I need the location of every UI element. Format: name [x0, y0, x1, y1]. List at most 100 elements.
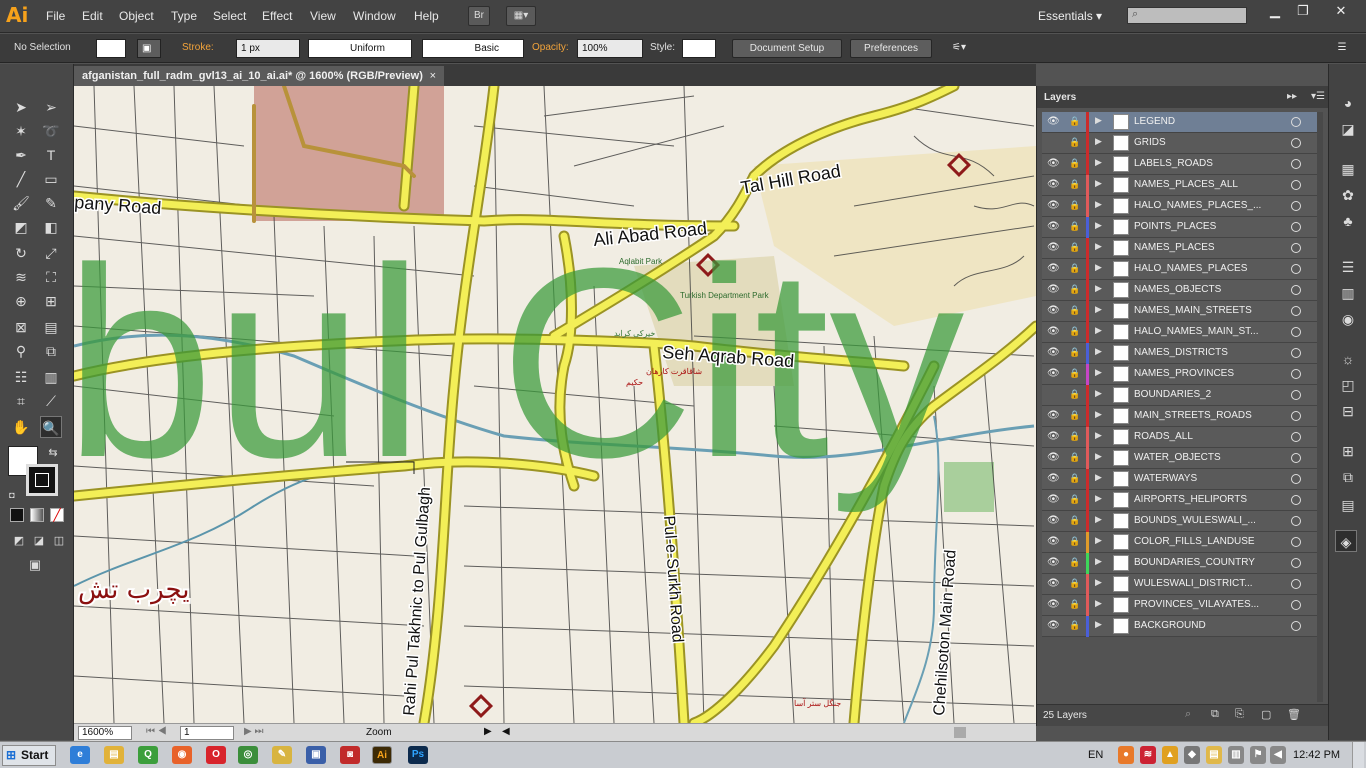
lock-toggle-icon[interactable]: 🔒: [1069, 620, 1080, 632]
expand-layer-icon[interactable]: ▶: [1095, 283, 1102, 294]
visibility-eye-icon[interactable]: 👁: [1047, 515, 1060, 527]
visibility-eye-icon[interactable]: 👁: [1047, 221, 1060, 233]
shape-builder-icon[interactable]: ⊕: [10, 290, 32, 312]
stroke-label[interactable]: Stroke:: [182, 42, 214, 53]
hand-tool-icon[interactable]: ✋: [10, 416, 32, 438]
expand-layer-icon[interactable]: ▶: [1095, 220, 1102, 231]
target-circle-icon[interactable]: [1291, 621, 1301, 631]
direct-selection-tool-icon[interactable]: ➢: [40, 96, 62, 118]
layer-row[interactable]: 👁 🔒 ▶ BACKGROUND: [1042, 616, 1322, 637]
graphic-styles-icon[interactable]: ◰: [1337, 374, 1359, 396]
lock-toggle-icon[interactable]: 🔒: [1069, 557, 1080, 569]
tray-app3-icon[interactable]: ◆: [1184, 746, 1200, 764]
expand-layer-icon[interactable]: ▶: [1095, 577, 1102, 588]
lock-toggle-icon[interactable]: 🔒: [1069, 263, 1080, 275]
expand-layer-icon[interactable]: ▶: [1095, 514, 1102, 525]
visibility-eye-icon[interactable]: 👁: [1047, 557, 1060, 569]
target-circle-icon[interactable]: [1291, 285, 1301, 295]
expand-layer-icon[interactable]: ▶: [1095, 409, 1102, 420]
line-tool-icon[interactable]: ╱: [10, 168, 32, 190]
layer-name[interactable]: NAMES_OBJECTS: [1134, 284, 1221, 295]
menu-select[interactable]: Select: [213, 9, 246, 23]
target-circle-icon[interactable]: [1291, 243, 1301, 253]
target-circle-icon[interactable]: [1291, 558, 1301, 568]
paintbrush-icon[interactable]: 🖌: [10, 192, 32, 214]
language-indicator[interactable]: EN: [1088, 749, 1103, 761]
scale-icon[interactable]: ⤢: [40, 242, 62, 264]
layer-row[interactable]: 👁 🔒 ▶ NAMES_MAIN_STREETS: [1042, 301, 1322, 322]
opacity-field[interactable]: 100%: [577, 39, 643, 58]
zoom-level-field[interactable]: 1600%: [78, 726, 132, 740]
search-input[interactable]: ⌕: [1127, 7, 1247, 24]
layer-name[interactable]: HALO_NAMES_PLACES_...: [1134, 200, 1261, 211]
blend-icon[interactable]: ⧉: [40, 340, 62, 362]
lock-toggle-icon[interactable]: 🔒: [1069, 599, 1080, 611]
layer-name[interactable]: NAMES_PLACES: [1134, 242, 1215, 253]
layer-name[interactable]: BACKGROUND: [1134, 620, 1206, 631]
lock-toggle-icon[interactable]: 🔒: [1069, 284, 1080, 296]
tray-app-icon[interactable]: ≋: [1140, 746, 1156, 764]
clipping-mask-icon[interactable]: ⧉: [1211, 708, 1219, 721]
eyedropper-icon[interactable]: ⚲: [10, 340, 32, 362]
gradient-icon[interactable]: ▤: [40, 316, 62, 338]
perspective-grid-icon[interactable]: ⊞: [40, 290, 62, 312]
layer-name[interactable]: POINTS_PLACES: [1134, 221, 1216, 232]
visibility-eye-icon[interactable]: 👁: [1047, 158, 1060, 170]
flag-icon[interactable]: ⚑: [1250, 746, 1266, 764]
stroke-weight-field[interactable]: 1 px: [236, 39, 300, 58]
visibility-eye-icon[interactable]: 👁: [1047, 452, 1060, 464]
menu-view[interactable]: View: [310, 9, 336, 23]
visibility-eye-icon[interactable]: 👁: [1047, 242, 1060, 254]
target-circle-icon[interactable]: [1291, 537, 1301, 547]
clock[interactable]: 12:42 PM: [1293, 749, 1340, 761]
expand-layer-icon[interactable]: ▶: [1095, 325, 1102, 336]
layer-name[interactable]: ROADS_ALL: [1134, 431, 1193, 442]
layer-name[interactable]: PROVINCES_VILAYATES...: [1134, 599, 1259, 610]
layer-row[interactable]: 👁 🔒 ▶ BOUNDS_WULESWALI_...: [1042, 511, 1322, 532]
stroke-color-box[interactable]: [26, 464, 58, 496]
menu-file[interactable]: File: [46, 9, 65, 23]
expand-layer-icon[interactable]: ▶: [1095, 157, 1102, 168]
document-setup-button[interactable]: Document Setup: [732, 39, 842, 58]
layer-name[interactable]: COLOR_FILLS_LANDUSE: [1134, 536, 1255, 547]
layer-row[interactable]: 👁 🔒 ▶ PROVINCES_VILAYATES...: [1042, 595, 1322, 616]
close-tab-icon[interactable]: ×: [430, 66, 436, 86]
visibility-eye-icon[interactable]: 👁: [1047, 200, 1060, 212]
lock-toggle-icon[interactable]: 🔒: [1069, 368, 1080, 380]
close-icon[interactable]: ✕: [1326, 2, 1356, 20]
pathfinder-panel-icon[interactable]: ⧉: [1337, 466, 1359, 488]
photoshop-taskbar-icon[interactable]: Ps: [408, 746, 428, 764]
layer-row[interactable]: 👁 🔒 ▶ WATER_OBJECTS: [1042, 448, 1322, 469]
target-circle-icon[interactable]: [1291, 201, 1301, 211]
target-circle-icon[interactable]: [1291, 369, 1301, 379]
visibility-eye-icon[interactable]: 👁: [1047, 536, 1060, 548]
lock-toggle-icon[interactable]: 🔒: [1069, 494, 1080, 506]
tray-app2-icon[interactable]: ▲: [1162, 746, 1178, 764]
layer-name[interactable]: WATER_OBJECTS: [1134, 452, 1221, 463]
menu-help[interactable]: Help: [414, 9, 439, 23]
internet-explorer-icon[interactable]: e: [70, 746, 90, 764]
visibility-eye-icon[interactable]: 👁: [1047, 578, 1060, 590]
menu-type[interactable]: Type: [171, 9, 197, 23]
graph-icon[interactable]: ▥: [40, 366, 62, 388]
visibility-eye-icon[interactable]: 👁: [1047, 347, 1060, 359]
layer-row[interactable]: 👁 🔒 ▶ HALO_NAMES_PLACES_...: [1042, 196, 1322, 217]
menu-window[interactable]: Window: [353, 9, 396, 23]
target-circle-icon[interactable]: [1291, 474, 1301, 484]
target-circle-icon[interactable]: [1291, 579, 1301, 589]
warp-icon[interactable]: ≋: [10, 266, 32, 288]
gradient-panel-icon[interactable]: ▥: [1337, 282, 1359, 304]
expand-layer-icon[interactable]: ▶: [1095, 388, 1102, 399]
layer-row[interactable]: 👁 🔒 ▶ NAMES_PLACES: [1042, 238, 1322, 259]
chrome-icon[interactable]: ◎: [238, 746, 258, 764]
visibility-eye-icon[interactable]: [1047, 389, 1059, 401]
visibility-eye-icon[interactable]: 👁: [1047, 620, 1060, 632]
lock-toggle-icon[interactable]: 🔒: [1069, 305, 1080, 317]
expand-layer-icon[interactable]: ▶: [1095, 199, 1102, 210]
stroke-swatch[interactable]: ▣: [137, 39, 161, 58]
stroke-panel-icon[interactable]: ☰: [1337, 256, 1359, 278]
layers-panel-title[interactable]: Layers: [1044, 92, 1076, 103]
delete-layer-icon[interactable]: 🗑: [1287, 708, 1301, 721]
preferences-button[interactable]: Preferences: [850, 39, 932, 58]
layer-row[interactable]: 👁 🔒 ▶ HALO_NAMES_MAIN_ST...: [1042, 322, 1322, 343]
